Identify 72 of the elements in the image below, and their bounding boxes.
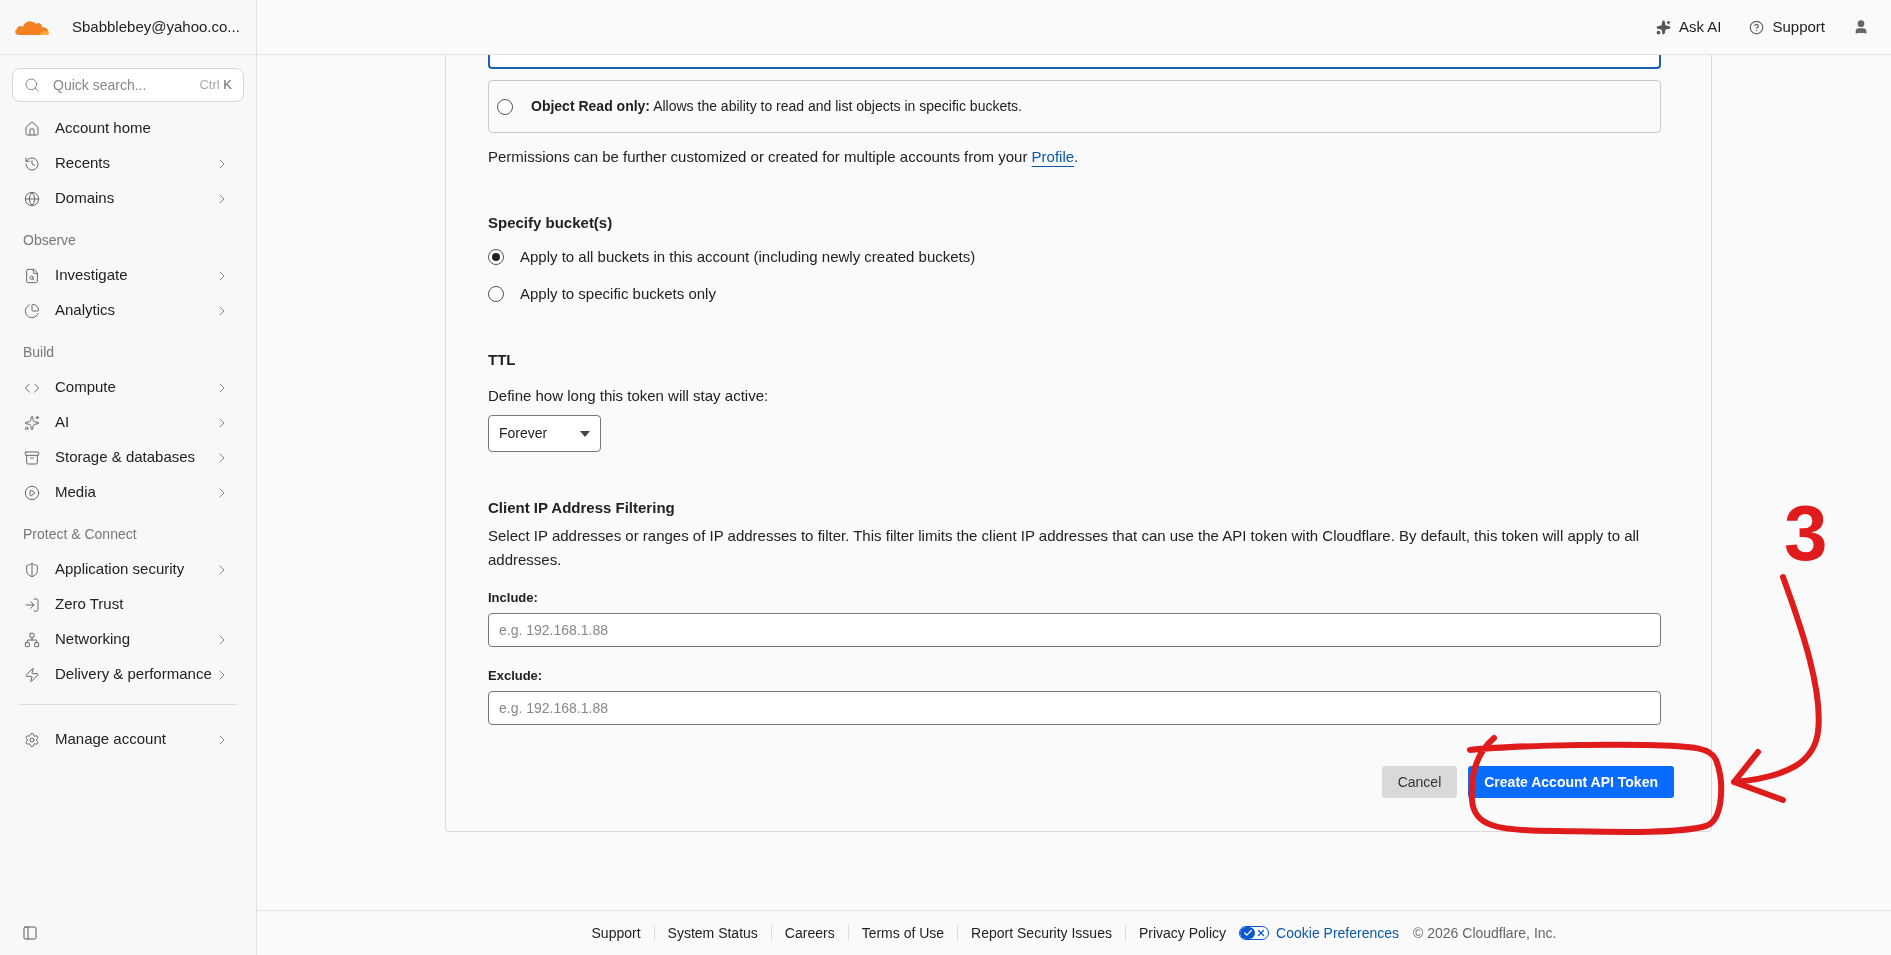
support-button[interactable]: Support (1749, 15, 1825, 39)
field-label: Exclude: (488, 667, 544, 685)
sidebar-item[interactable]: Compute (4, 370, 252, 405)
login-icon (24, 596, 40, 613)
permissions-note: Permissions can be further customized or created for multiple accounts from your Profile. (488, 147, 1080, 167)
account-name[interactable]: Sbabblebey@yahoo.co... (72, 15, 240, 39)
cookie-preferences-link[interactable]: Cookie Preferences (1276, 922, 1400, 944)
archive-icon (24, 449, 40, 466)
sidebar-item[interactable]: Account home (4, 111, 252, 146)
section-heading: Client IP Address Filtering (488, 498, 676, 518)
cancel-button[interactable]: Cancel (1381, 766, 1458, 798)
shield-icon (24, 561, 40, 578)
footer-link[interactable]: Careers (784, 922, 835, 944)
permission-option[interactable] (488, 55, 1661, 69)
footer-link[interactable]: Support (591, 922, 641, 944)
section-heading: Specify bucket(s) (488, 213, 614, 233)
search-icon (24, 77, 40, 93)
caret-icon (580, 430, 590, 437)
cookie-toggle-icon[interactable] (1239, 926, 1270, 940)
sidebar-item[interactable]: Zero Trust (4, 587, 252, 622)
ttl-select[interactable]: Forever (488, 415, 601, 452)
copyright: © 2026 Cloudflare, Inc. (1413, 923, 1557, 943)
play-icon (24, 484, 40, 501)
document-search-icon (24, 267, 40, 284)
section-heading: TTL (488, 350, 517, 370)
annotation-number: 3 (1784, 488, 1828, 578)
sidebar-item[interactable]: Networking (4, 622, 252, 657)
sparkles-icon (24, 414, 40, 431)
footer-link[interactable]: Terms of Use (861, 922, 945, 944)
sidebar-item[interactable]: Investigate (4, 258, 252, 293)
create-token-button[interactable]: Create Account API Token (1468, 766, 1674, 798)
footer-link[interactable]: System Status (667, 922, 758, 944)
home-icon (24, 120, 40, 137)
sidebar-item[interactable]: Analytics (4, 293, 252, 328)
globe-icon (24, 190, 40, 207)
sparkles-icon (1655, 19, 1671, 35)
shortcut-hint: Ctrl K (199, 77, 232, 93)
permission-option[interactable]: Object Read only: Allows the ability to read and list objects in specific buckets. (488, 80, 1661, 133)
radio-label: Apply to all buckets in this account (including newly created buckets) (520, 246, 976, 267)
sidebar-item[interactable]: Domains (4, 181, 252, 216)
ask-ai-button[interactable]: Ask AI (1655, 15, 1722, 39)
ttl-description: Define how long this token will stay active: (488, 386, 770, 406)
footer-link[interactable]: Report Security Issues (971, 922, 1112, 944)
gear-icon (24, 731, 40, 748)
user-icon[interactable] (1853, 19, 1869, 35)
field-label: Include: (488, 589, 539, 607)
lightning-icon (24, 666, 40, 683)
sidebar-item[interactable]: AI (4, 405, 252, 440)
sidebar-toggle-icon[interactable] (22, 924, 38, 941)
radio-button[interactable] (497, 98, 513, 115)
section-heading: Protect & Connect (22, 525, 138, 544)
pie-chart-icon (24, 302, 40, 319)
ip-filter-description: Select IP addresses or ranges of IP addresses to filter. This filter limits the client IP addresses that can use the API token with Cloudflare. By default, this token will apply to all addresses. (488, 526, 1641, 570)
sidebar-item[interactable]: Application security (4, 552, 252, 587)
history-icon (24, 155, 40, 172)
sidebar-item[interactable]: Media (4, 475, 252, 510)
footer-link[interactable]: Privacy Policy (1138, 922, 1227, 944)
sidebar-item[interactable]: Recents (4, 146, 252, 181)
section-heading: Observe (22, 231, 77, 250)
radio-button[interactable] (488, 249, 504, 265)
radio-button[interactable] (488, 286, 504, 302)
radio-label: Apply to specific buckets only (520, 283, 716, 304)
network-icon (24, 631, 40, 648)
sidebar-item[interactable]: Delivery & performance (4, 657, 252, 692)
option-description: Object Read only: Allows the ability to read and list objects in specific buckets. (531, 97, 1022, 116)
ip-input-field[interactable]: e.g. 192.168.1.88 (488, 613, 1661, 647)
sidebar-item[interactable]: Storage & databases (4, 440, 252, 475)
profile-link[interactable]: Profile (1031, 148, 1075, 165)
ip-input-field[interactable]: e.g. 192.168.1.88 (488, 691, 1661, 725)
help-icon (1749, 19, 1765, 35)
sidebar-item[interactable]: Manage account (4, 722, 252, 757)
section-heading: Build (22, 343, 56, 362)
